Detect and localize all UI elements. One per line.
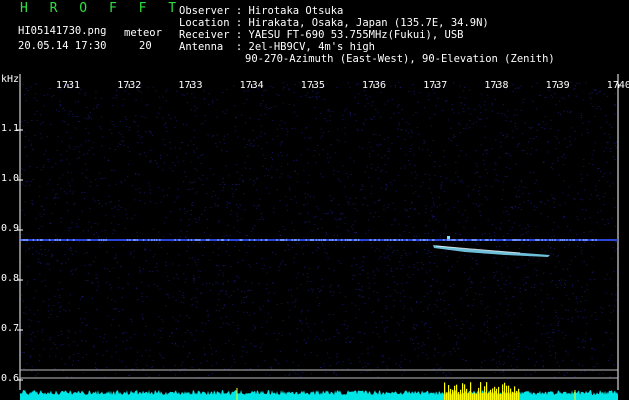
- receiver-label: Receiver : YAESU FT-690 53.755MHz(Fukui)…: [179, 29, 464, 41]
- noise-speckle: [20, 82, 620, 379]
- x-tick-label: 1740: [606, 80, 629, 91]
- activity-trace: [20, 382, 618, 400]
- y-tick-label: 0.7: [1, 323, 20, 334]
- y-unit-label: kHz: [1, 74, 20, 85]
- y-tick-label: 1.0: [1, 173, 20, 184]
- signal-traces: [20, 236, 618, 257]
- x-tick-label: 1735: [300, 80, 325, 91]
- app-title: H R O F F T: [20, 1, 184, 16]
- x-tick-label: 1732: [117, 80, 142, 91]
- location-label: Location : Hirakata, Osaka, Japan (135.7…: [179, 17, 489, 29]
- y-tick-label: 0.9: [1, 223, 20, 234]
- meteor-head: [447, 236, 450, 239]
- observer-label: Observer : Hirotaka Otsuka: [179, 5, 344, 17]
- x-tick-label: 1737: [423, 80, 448, 91]
- antenna-label: Antenna : 2el-HB9CV, 4m's high: [179, 41, 375, 53]
- x-tick-label: 1738: [484, 80, 509, 91]
- y-tick-label: 1.1: [1, 123, 20, 134]
- x-tick-label: 1733: [178, 80, 203, 91]
- y-tick-label: 0.8: [1, 273, 20, 284]
- meteor-label: meteor: [124, 27, 162, 39]
- antenna-direction-label: 90-270-Azimuth (East-West), 90-Elevation…: [245, 53, 555, 65]
- x-tick-label: 1739: [545, 80, 570, 91]
- datetime-label: 20.05.14 17:30: [18, 40, 107, 52]
- meteor-count: 20: [139, 40, 152, 52]
- y-tick-label: 0.6: [1, 373, 20, 384]
- baseline-trace: [20, 390, 618, 400]
- noise-field: [20, 82, 620, 379]
- x-tick-label: 1736: [362, 80, 387, 91]
- filename-label: HI05141730.png: [18, 25, 107, 37]
- x-tick-label: 1731: [56, 80, 81, 91]
- x-tick-label: 1734: [239, 80, 264, 91]
